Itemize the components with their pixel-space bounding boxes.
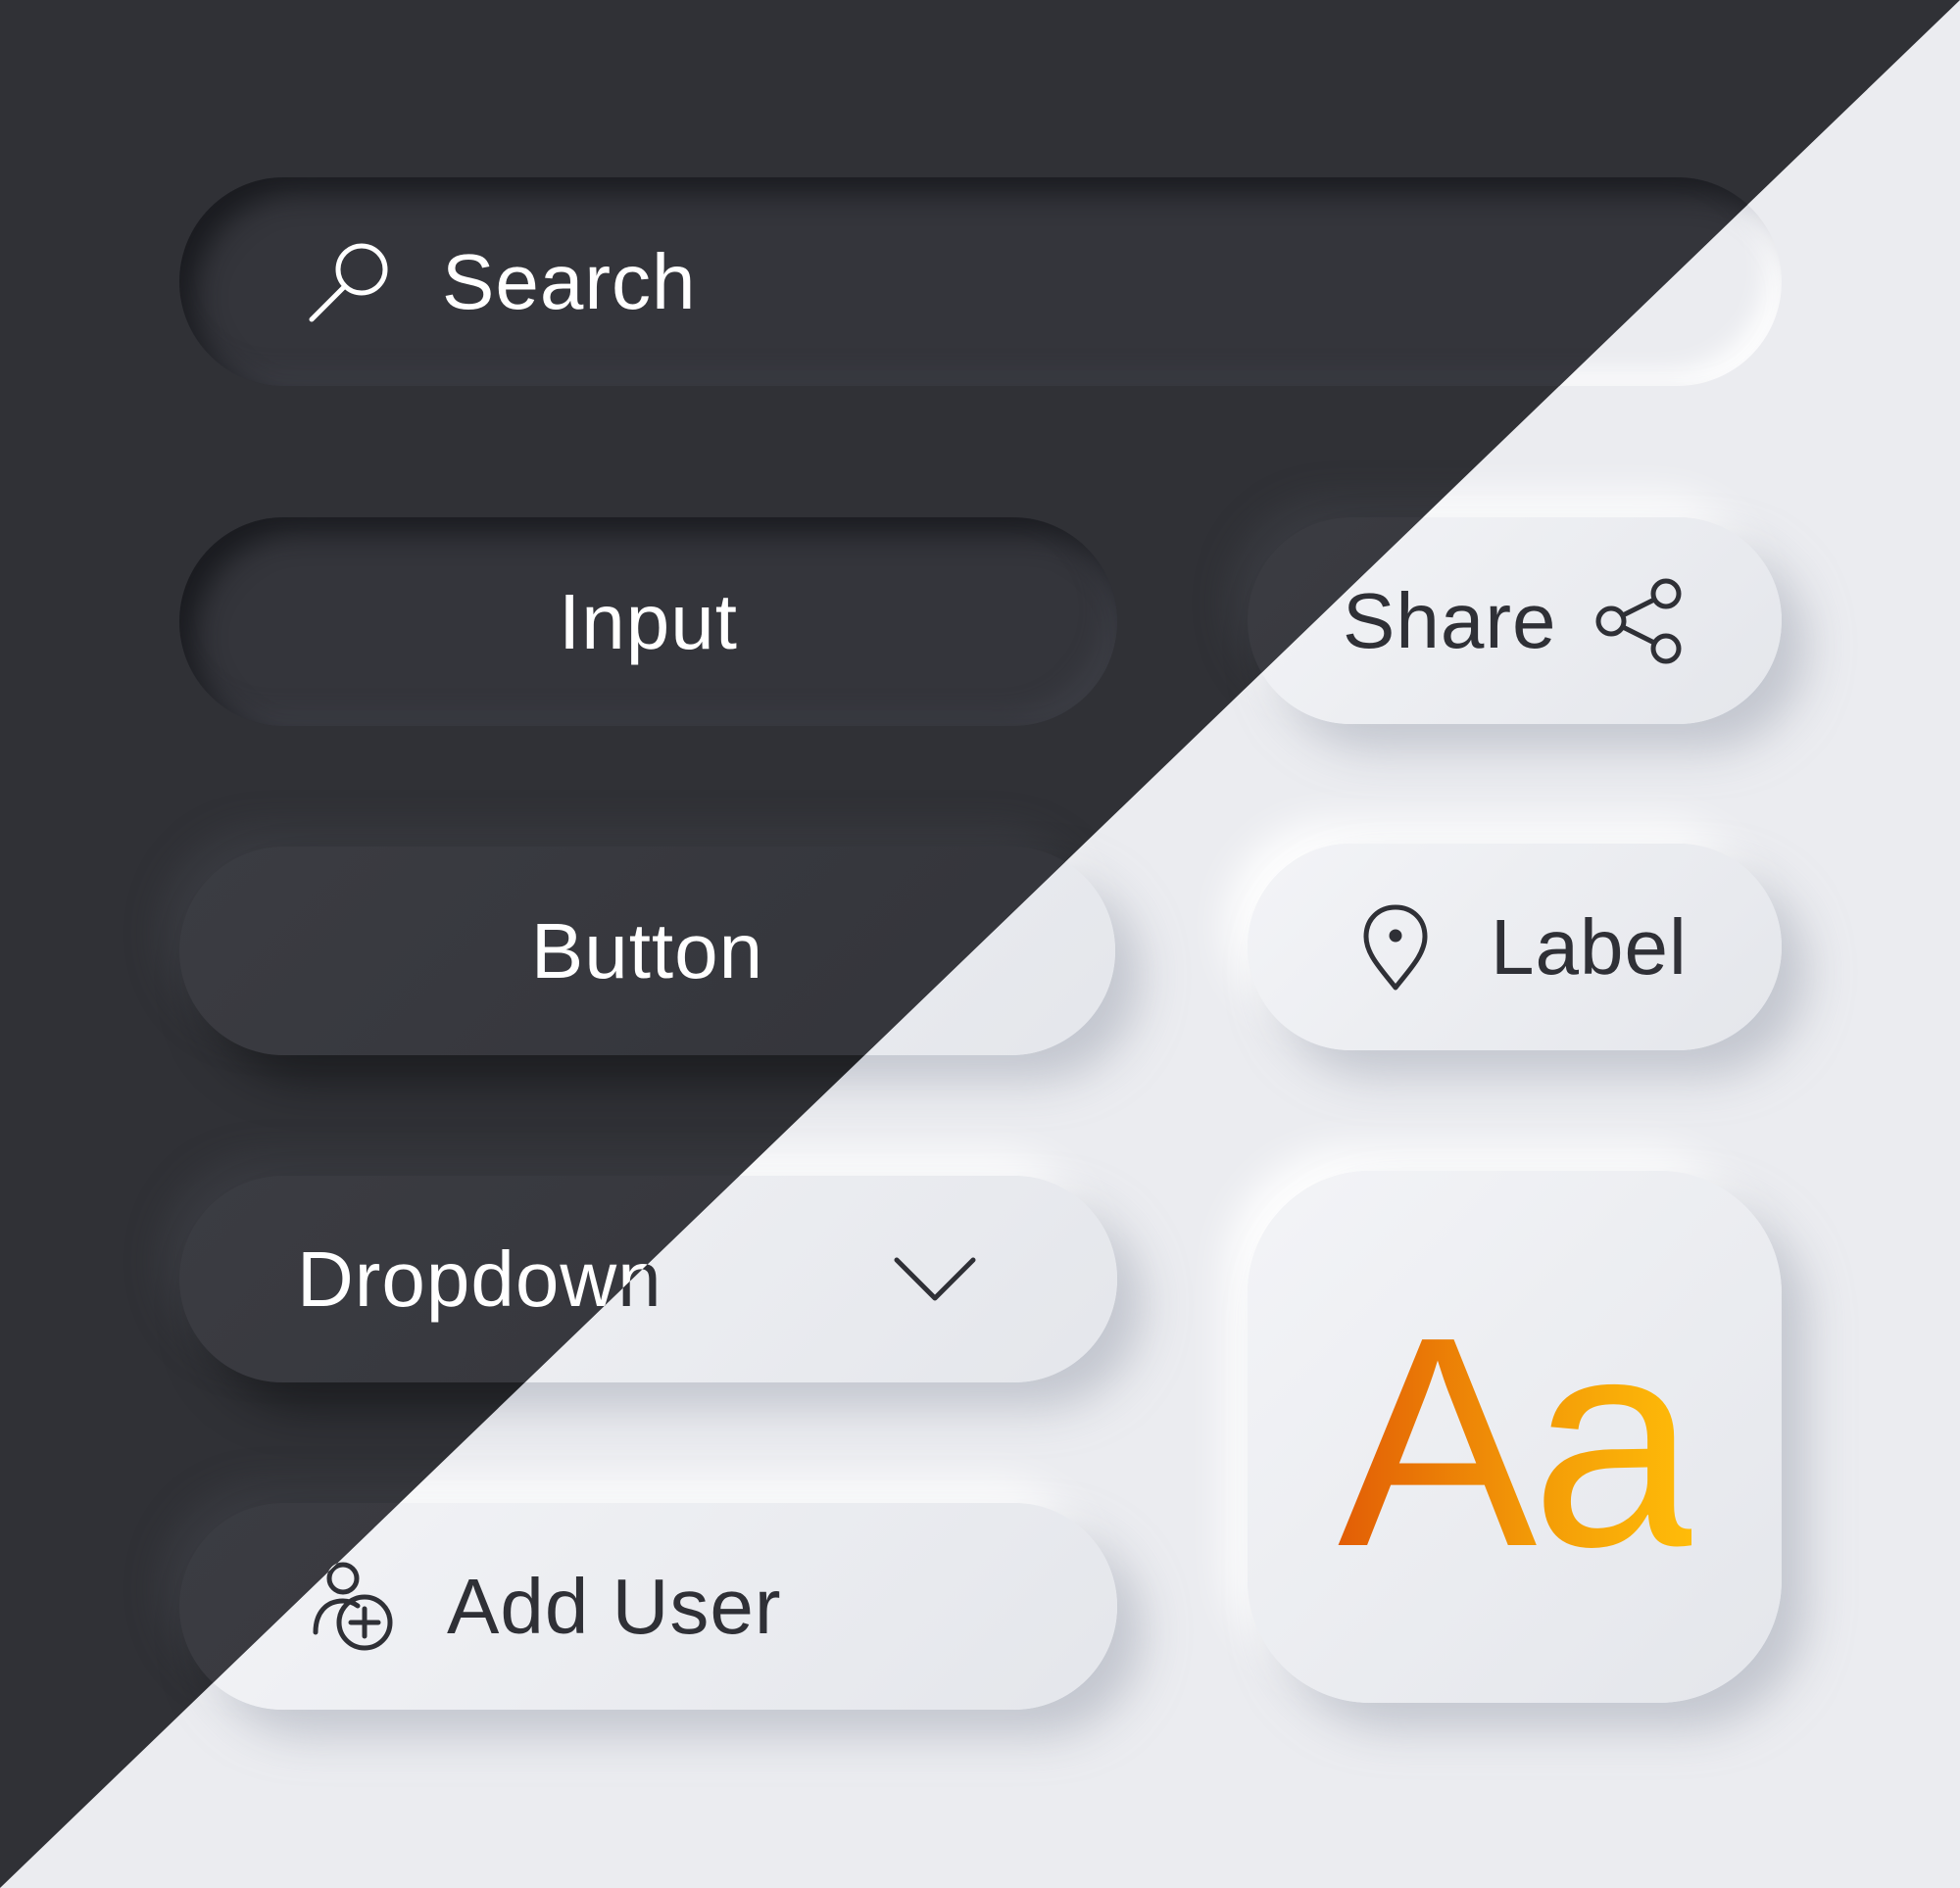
share-icon [1595, 578, 1682, 663]
input-placeholder: Input [559, 577, 738, 665]
chevron-down-icon [894, 1257, 976, 1300]
share-label: Share [1343, 576, 1557, 664]
typography-sample: Aa [1337, 1275, 1697, 1609]
button-label: Button [530, 906, 764, 994]
location-pin-icon [1363, 904, 1428, 990]
typography-card[interactable]: Aa [1248, 1171, 1782, 1703]
add-user-label: Add User [447, 1562, 782, 1650]
text-input[interactable]: Input [179, 517, 1117, 726]
search-placeholder: Search [442, 237, 697, 325]
neumorphism-ui-kit: Search Input Button Dropdown Add User Sh… [0, 0, 1960, 1888]
label-chip-text: Label [1491, 902, 1688, 991]
location-label-chip[interactable]: Label [1248, 844, 1782, 1050]
search-bar[interactable]: Search [179, 177, 1782, 386]
search-icon [309, 243, 388, 321]
